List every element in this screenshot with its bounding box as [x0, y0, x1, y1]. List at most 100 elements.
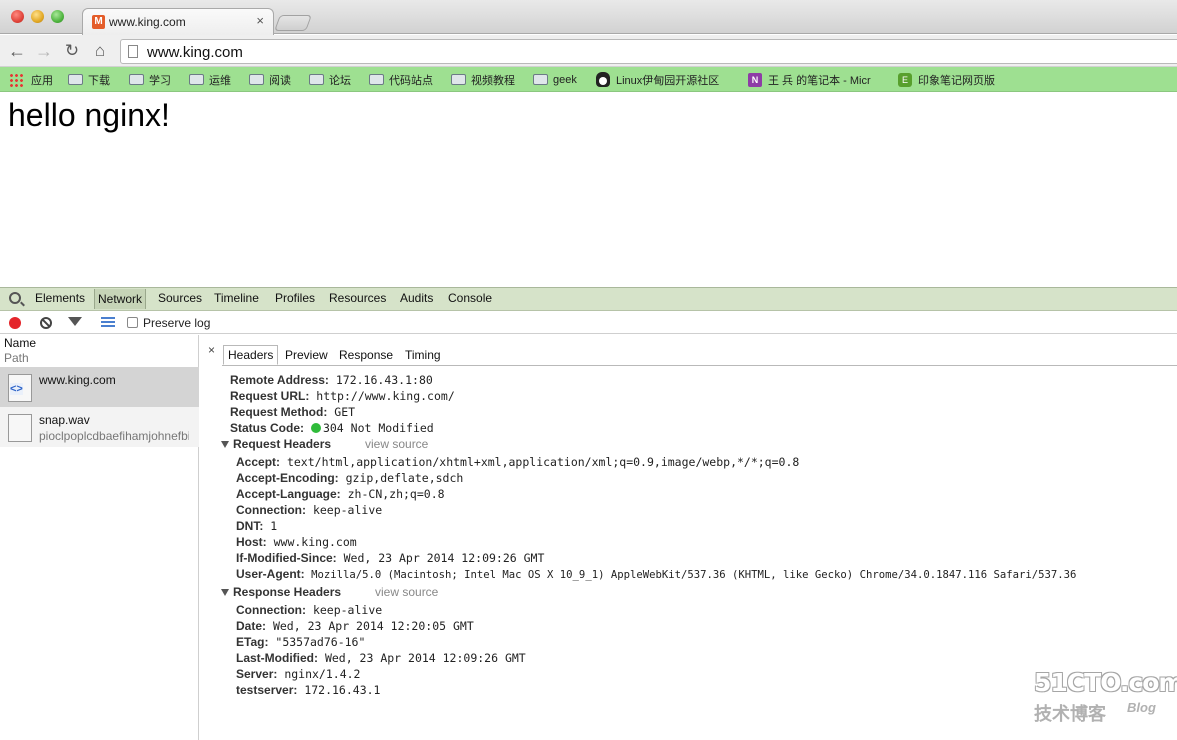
tab-timeline[interactable]: Timeline	[214, 291, 259, 305]
header-value: http://www.king.com/	[316, 389, 455, 403]
address-url[interactable]: www.king.com	[147, 44, 243, 61]
header-key: Accept-Encoding:	[236, 471, 339, 485]
tab-profiles[interactable]: Profiles	[275, 291, 315, 305]
tab-network[interactable]: Network	[94, 289, 147, 309]
tab-preview[interactable]: Preview	[285, 348, 328, 362]
bookmark-label: 阅读	[269, 74, 291, 87]
request-name: www.king.com	[39, 373, 116, 387]
filter-icon[interactable]	[68, 317, 82, 326]
bookmark-label: 印象笔记网页版	[918, 74, 995, 87]
bookmark-label: 运维	[209, 74, 231, 87]
response-header-row: ETag: "5357ad76-16"	[236, 635, 365, 649]
list-view-icon[interactable]	[101, 317, 115, 328]
onenote-icon: N	[748, 72, 762, 87]
browser-tab[interactable]: M www.king.com ×	[82, 8, 274, 35]
reload-icon[interactable]: ↻	[61, 39, 83, 63]
tab-console[interactable]: Console	[448, 291, 492, 305]
close-detail-icon[interactable]: ×	[208, 343, 215, 357]
file-document-icon	[8, 414, 32, 442]
preserve-log-label[interactable]: Preserve log	[143, 316, 210, 330]
column-header-path[interactable]: Path	[4, 351, 29, 365]
header-key: Request Method:	[230, 405, 328, 419]
tab-response[interactable]: Response	[339, 348, 393, 362]
forward-arrow-icon[interactable]: →	[33, 39, 55, 63]
bookmark-geek[interactable]: geek	[533, 71, 577, 88]
detail-tab-divider	[222, 365, 1177, 366]
header-value: 172.16.43.1:80	[335, 373, 433, 387]
request-row[interactable]: www.king.com	[0, 367, 199, 407]
tab-title: www.king.com	[109, 15, 186, 29]
web-page: hello nginx!	[0, 93, 1177, 286]
header-value: Mozilla/5.0 (Macintosh; Intel Mac OS X 1…	[311, 569, 1077, 581]
header-value: Wed, 23 Apr 2014 12:09:26 GMT	[324, 651, 526, 665]
bookmark-evernote[interactable]: E 印象笔记网页版	[898, 71, 995, 88]
bookmark-label: 王 兵 的笔记本 - Micr	[768, 74, 871, 87]
bookmark-download[interactable]: 下载	[68, 71, 110, 88]
request-header-row: Accept: text/html,application/xhtml+xml,…	[236, 455, 799, 469]
bookmark-label: 代码站点	[389, 74, 433, 87]
watermark-logo: 51CTO.com 技术博客 Blog	[1034, 668, 1177, 726]
minimize-window-button[interactable]	[31, 10, 44, 23]
header-key: Last-Modified:	[236, 651, 318, 665]
header-value: keep-alive	[312, 603, 383, 617]
tab-close-icon[interactable]: ×	[256, 13, 264, 28]
apps-grid-icon	[9, 72, 23, 87]
bookmark-forum[interactable]: 论坛	[309, 71, 351, 88]
response-headers-toggle[interactable]: Response Headers	[221, 585, 341, 599]
header-key: Date:	[236, 619, 267, 633]
bookmark-reading[interactable]: 阅读	[249, 71, 291, 88]
bookmark-code-sites[interactable]: 代码站点	[369, 71, 433, 88]
record-icon[interactable]	[9, 317, 21, 329]
request-header-row: Accept-Language: zh-CN,zh;q=0.8	[236, 487, 445, 501]
header-value: 1	[270, 519, 278, 533]
search-icon[interactable]	[9, 292, 21, 304]
tab-strip: M www.king.com ×	[0, 0, 1177, 35]
address-bar[interactable]: www.king.com	[120, 39, 1177, 64]
folder-icon	[369, 74, 384, 85]
header-value: "5357ad76-16"	[275, 635, 366, 649]
request-list: Name Path www.king.com snap.wav pioclpop…	[0, 335, 199, 740]
view-source-link[interactable]: view source	[375, 585, 438, 599]
tab-elements[interactable]: Elements	[35, 291, 85, 305]
tab-audits[interactable]: Audits	[400, 291, 433, 305]
bookmark-onenote[interactable]: N 王 兵 的笔记本 - Micr	[748, 71, 880, 88]
header-value: Wed, 23 Apr 2014 12:20:05 GMT	[272, 619, 474, 633]
header-key: ETag:	[236, 635, 269, 649]
network-toolbar: Preserve log	[0, 312, 1177, 334]
tab-headers[interactable]: Headers	[223, 345, 279, 365]
disclosure-triangle-icon	[221, 589, 229, 596]
new-tab-button[interactable]	[274, 15, 312, 31]
header-key: DNT:	[236, 519, 264, 533]
section-title: Response Headers	[233, 585, 342, 599]
status-ok-icon	[310, 423, 321, 433]
request-path: pioclpoplcdbaefihamjohnefbikjilc	[39, 429, 189, 443]
header-value: GET	[334, 405, 356, 419]
home-icon[interactable]: ⌂	[89, 39, 111, 63]
bookmark-study[interactable]: 学习	[129, 71, 171, 88]
tab-sources[interactable]: Sources	[158, 291, 202, 305]
request-header-row: Connection: keep-alive	[236, 503, 382, 517]
view-source-link[interactable]: view source	[365, 437, 428, 451]
back-arrow-icon[interactable]: ←	[6, 39, 28, 63]
general-row: Status Code: 304 Not Modified	[230, 421, 434, 435]
bookmarks-bar: 应用 下载 学习 运维 阅读 论坛 代码站点 视频教程 geek Linux伊甸…	[0, 67, 1177, 92]
folder-icon	[451, 74, 466, 85]
general-row: Request URL: http://www.king.com/	[230, 389, 455, 403]
bookmark-label: geek	[553, 73, 577, 86]
request-headers-toggle[interactable]: Request Headers	[221, 437, 331, 451]
column-header-name[interactable]: Name	[4, 336, 36, 350]
bookmark-linux-eden[interactable]: Linux伊甸园开源社区	[596, 71, 719, 88]
preserve-log-checkbox[interactable]	[127, 317, 138, 328]
request-row[interactable]: snap.wav pioclpoplcdbaefihamjohnefbikjil…	[0, 407, 199, 447]
header-key: Status Code:	[230, 421, 305, 435]
bookmark-video-tutorials[interactable]: 视频教程	[451, 71, 515, 88]
close-window-button[interactable]	[11, 10, 24, 23]
header-value: text/html,application/xhtml+xml,applicat…	[286, 455, 800, 469]
clear-icon[interactable]	[40, 317, 52, 329]
zoom-window-button[interactable]	[51, 10, 64, 23]
header-value: gzip,deflate,sdch	[345, 471, 464, 485]
bookmark-ops[interactable]: 运维	[189, 71, 231, 88]
bookmark-apps[interactable]: 应用	[9, 71, 53, 88]
tab-resources[interactable]: Resources	[329, 291, 386, 305]
tab-timing[interactable]: Timing	[405, 348, 441, 362]
